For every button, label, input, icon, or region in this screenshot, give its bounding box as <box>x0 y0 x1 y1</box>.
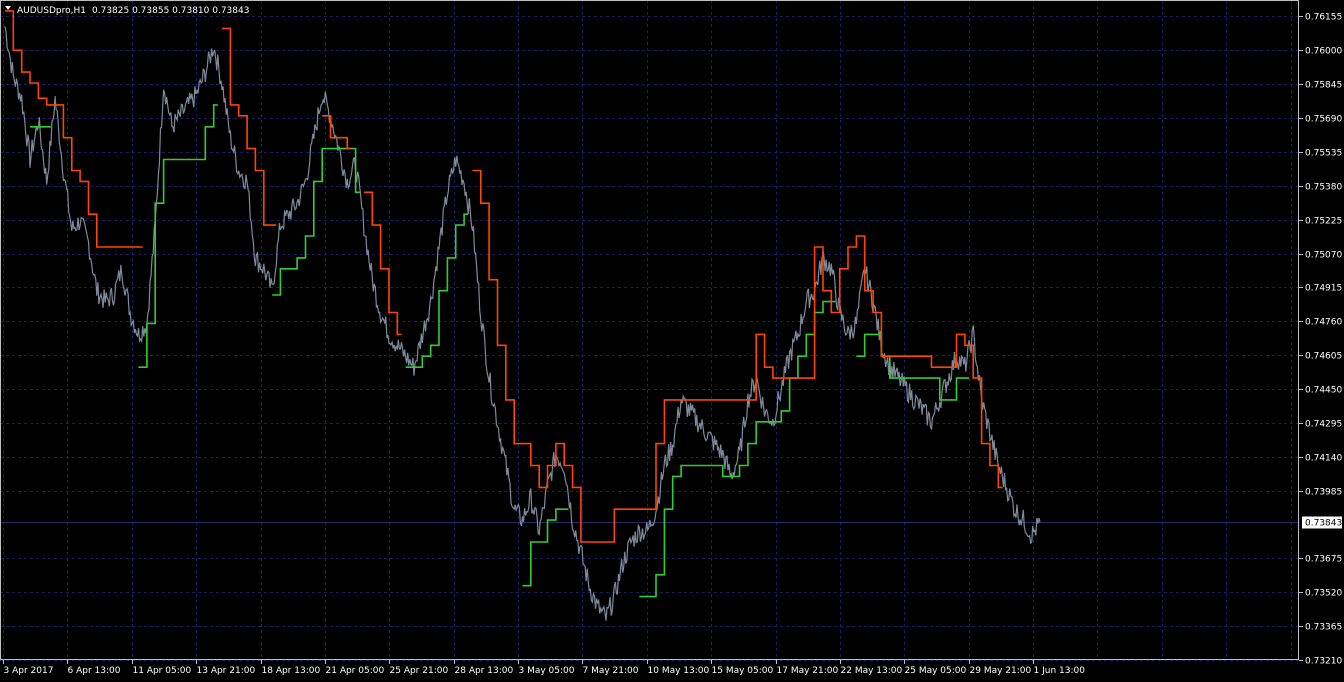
y-tick-label: 0.73985 <box>1305 488 1342 498</box>
y-tick-label: 0.75380 <box>1305 183 1342 193</box>
x-tick-label: 22 May 13:00 <box>841 666 903 676</box>
y-tick-label: 0.75690 <box>1305 115 1342 125</box>
x-tick-label: 29 May 21:00 <box>970 666 1032 676</box>
chart-header: AUDUSDpro,H1 0.73825 0.73855 0.73810 0.7… <box>5 6 249 16</box>
x-tick-label: 7 May 21:00 <box>583 666 639 676</box>
y-tick-label: 0.74450 <box>1305 386 1342 396</box>
y-tick-label: 0.74760 <box>1305 318 1342 328</box>
x-tick-label: 25 May 05:00 <box>905 666 967 676</box>
header-symbol: AUDUSDpro,H1 <box>17 6 86 16</box>
x-tick-label: 3 May 05:00 <box>519 666 575 676</box>
y-tick-label: 0.75070 <box>1305 251 1342 261</box>
x-tick-label: 1 Jun 13:00 <box>1034 666 1086 676</box>
x-tick-label: 21 Apr 05:00 <box>326 666 385 676</box>
x-tick-label: 18 Apr 13:00 <box>262 666 321 676</box>
x-tick-label: 3 Apr 2017 <box>4 666 54 676</box>
y-tick-label: 0.75535 <box>1305 149 1342 159</box>
chart-background <box>0 0 1344 682</box>
y-tick-label: 0.74140 <box>1305 454 1342 464</box>
x-tick-label: 11 Apr 05:00 <box>133 666 192 676</box>
y-tick-label: 0.73520 <box>1305 589 1342 599</box>
y-tick-label: 0.74295 <box>1305 420 1342 430</box>
y-tick-label: 0.73675 <box>1305 555 1342 565</box>
current-price-label: 0.73843 <box>1305 519 1342 529</box>
y-tick-label: 0.73365 <box>1305 623 1342 633</box>
y-tick-label: 0.75845 <box>1305 81 1342 91</box>
x-tick-label: 13 Apr 21:00 <box>197 666 256 676</box>
y-tick-label: 0.74605 <box>1305 352 1342 362</box>
x-tick-label: 10 May 13:00 <box>648 666 710 676</box>
y-tick-label: 0.76000 <box>1305 47 1342 57</box>
y-tick-label: 0.74915 <box>1305 284 1342 294</box>
header-ohlc: 0.73825 0.73855 0.73810 0.73843 <box>92 6 249 16</box>
x-tick-label: 6 Apr 13:00 <box>68 666 121 676</box>
x-tick-label: 25 Apr 21:00 <box>390 666 449 676</box>
y-tick-label: 0.75225 <box>1305 217 1342 227</box>
x-tick-label: 17 May 21:00 <box>777 666 839 676</box>
price-chart[interactable]: 0.76155 0.76000 0.75845 0.75690 0.75535 0.753… <box>0 0 1344 682</box>
x-tick-label: 15 May 05:00 <box>712 666 774 676</box>
y-tick-label: 0.73210 <box>1305 657 1342 667</box>
y-tick-label: 0.76155 <box>1305 13 1342 23</box>
x-tick-label: 28 Apr 13:00 <box>455 666 514 676</box>
